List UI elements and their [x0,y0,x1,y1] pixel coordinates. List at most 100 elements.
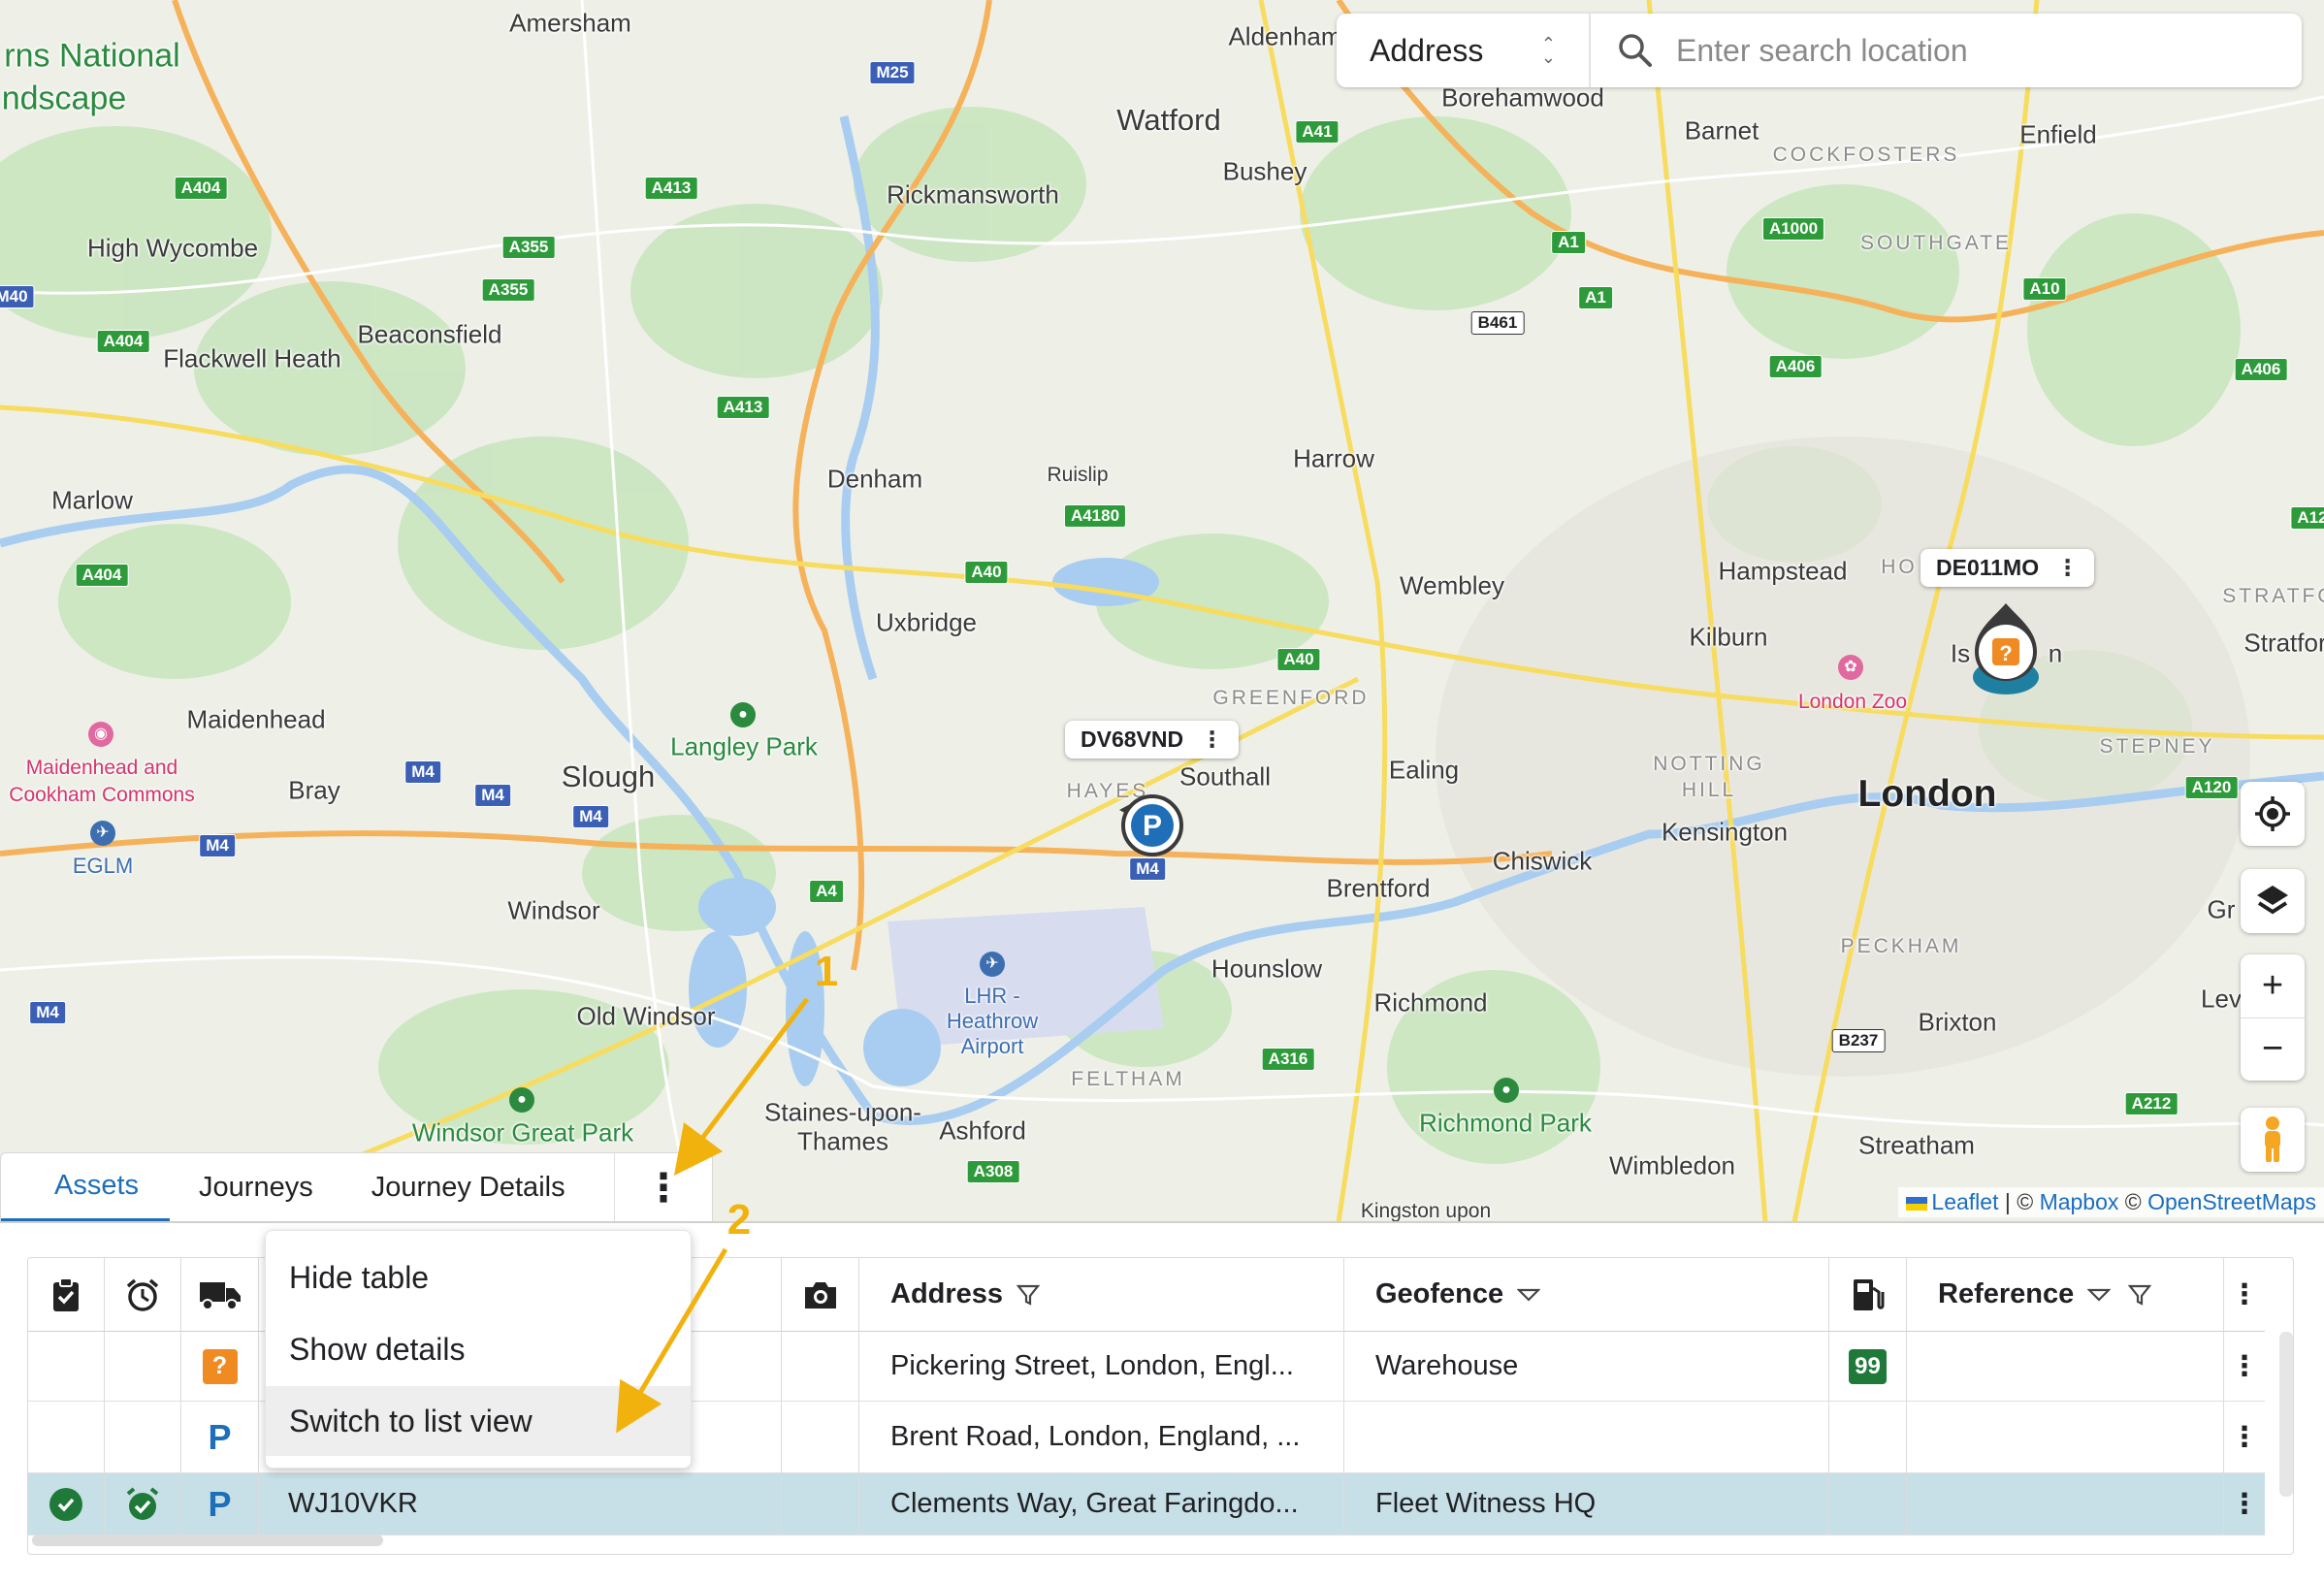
poi-label: London Zoo [1797,691,1908,713]
place-label: Lev [2201,984,2242,1014]
address-header-label: Address [890,1278,1004,1309]
hide-table-item[interactable]: Hide table [266,1243,691,1312]
road-shield: A308 [966,1160,1020,1183]
poi-label: Maidenhead and [25,757,178,779]
chevron-updown-icon: ⌃ ⌄ [1540,34,1556,67]
place-label: Kingston upon [1360,1200,1492,1222]
column-header-geofence[interactable]: Geofence [1344,1258,1829,1332]
road-shield: A10 [2022,277,2067,301]
place-label: Southall [1179,761,1271,792]
place-label: Ruislip [1047,464,1109,486]
column-header-vehicle[interactable] [181,1258,259,1332]
search-icon [1619,34,1652,67]
table-options-menu: Hide table Show details Switch to list v… [265,1230,692,1469]
area-label: HILL [1681,779,1737,801]
road-shield: A316 [1261,1048,1315,1071]
tab-journeys[interactable]: Journeys [170,1153,342,1222]
park-icon: ● [1494,1078,1519,1103]
table-columns-menu-button[interactable]: ⋮ [2224,1258,2265,1332]
locate-button[interactable] [2241,782,2305,846]
vehicle-marker-label[interactable]: DE011MO ⋮ [1921,549,2095,587]
row-menu-button[interactable]: ⋮ [2224,1402,2265,1473]
checklist-cell [28,1473,105,1535]
column-header-camera[interactable] [782,1258,859,1332]
switch-to-list-view-item[interactable]: Switch to list view [266,1386,691,1456]
place-label: Maidenhead [186,704,326,734]
road-shield: B461 [1470,311,1525,335]
alarm-cell [105,1473,181,1535]
place-label: Is [1950,638,1971,668]
place-label: Staines-upon- [764,1097,921,1127]
alarm-check-icon [126,1486,159,1520]
tab-assets[interactable]: Assets [1,1153,171,1222]
map[interactable]: Amersham Aldenham Watford Borehamwood Ba… [0,0,2324,1222]
place-label: Windsor [507,895,600,925]
column-header-alarm[interactable] [105,1258,181,1332]
mapbox-link[interactable]: Mapbox [2040,1189,2119,1214]
place-label: Gr [2207,894,2236,924]
road-shield: A413 [716,396,770,419]
road-shield: M4 [572,805,609,828]
status-cell: P [181,1473,259,1535]
reference-header-label: Reference [1938,1278,2075,1309]
search-input[interactable] [1674,31,2260,70]
road-shield: M40 [0,285,35,308]
fuel-cell [1829,1402,1907,1473]
area-label: FELTHAM [1071,1068,1185,1090]
area-label: STRATFO [2222,585,2324,607]
address-cell: Pickering Street, London, Engl... [859,1332,1344,1402]
sort-down-icon[interactable] [2087,1287,2112,1303]
annotation-number: 2 [726,1196,752,1244]
horizontal-scrollbar[interactable] [32,1535,383,1546]
road-shield: A4180 [1063,504,1127,528]
openstreetmaps-link[interactable]: OpenStreetMaps [2147,1189,2316,1214]
filter-icon[interactable] [2128,1283,2152,1307]
parked-vehicle-marker[interactable]: P [1115,791,1185,860]
column-header-fuel[interactable] [1829,1258,1907,1332]
layers-button[interactable] [2241,869,2305,933]
row-menu-button[interactable]: ⋮ [2224,1332,2265,1402]
road-shield: M4 [404,760,441,784]
leaflet-link[interactable]: Leaflet [1931,1189,1998,1214]
search-mode-select[interactable]: Address ⌃ ⌄ [1337,14,1591,87]
marker-menu-icon[interactable]: ⋮ [1201,727,1223,752]
park-label: Langley Park [670,731,818,761]
place-label: n [2048,638,2063,668]
road-shield: A406 [2234,358,2288,381]
alarm-cell [105,1402,181,1473]
vertical-scrollbar[interactable] [2279,1332,2293,1497]
place-label: Chiswick [1492,846,1593,876]
road-shield: A12 [2290,506,2324,530]
column-header-checklist[interactable] [28,1258,105,1332]
row-menu-button[interactable]: ⋮ [2224,1473,2265,1535]
place-label: Kilburn [1689,622,1768,652]
column-header-address[interactable]: Address [859,1258,1344,1332]
tab-journey-details[interactable]: Journey Details [342,1153,595,1222]
table-row-selected[interactable]: P WJ10VKR Clements Way, Great Faringdo..… [28,1473,2265,1535]
filter-icon[interactable] [1017,1283,1041,1307]
road-shield: A404 [75,564,129,587]
geofence-cell [1344,1402,1829,1473]
zoom-out-button[interactable]: − [2241,1018,2305,1082]
vehicle-marker-label[interactable]: DV68VND ⋮ [1065,721,1240,759]
reference-cell [1907,1402,2224,1473]
marker-menu-icon[interactable]: ⋮ [2056,555,2079,580]
park-icon: ● [509,1087,534,1113]
sort-down-icon[interactable] [1517,1287,1541,1303]
attribution-separator: © [2118,1189,2148,1214]
unknown-vehicle-marker[interactable]: ? [1969,601,2043,698]
airport-label: Heathrow [946,1009,1039,1033]
airport-label: Airport [960,1034,1024,1058]
vehicle-plate: DE011MO [1936,555,2040,580]
column-header-reference[interactable]: Reference [1907,1258,2224,1332]
place-label: Borehamwood [1441,82,1604,113]
street-view-button[interactable] [2241,1108,2305,1172]
search-mode-value: Address [1370,32,1484,68]
show-details-item[interactable]: Show details [266,1314,691,1384]
road-shield: A1 [1578,286,1613,309]
place-label: Beaconsfield [357,319,502,349]
road-shield: A41 [1295,120,1340,144]
zoom-in-button[interactable]: + [2241,954,2305,1018]
address-cell: Clements Way, Great Faringdo... [859,1473,1344,1535]
tabs-menu-button[interactable]: ⋮ [614,1153,712,1222]
